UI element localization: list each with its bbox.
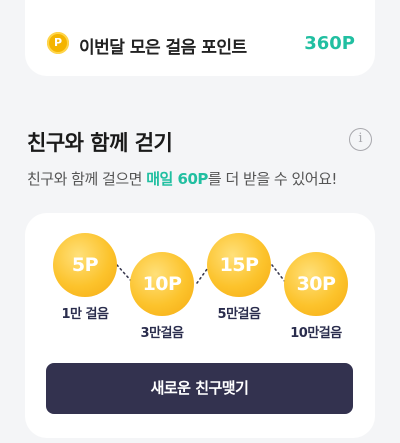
reward-coin-3: 15P	[207, 233, 271, 297]
reward-coin-2: 10P	[130, 252, 194, 316]
reward-steps-3: 5만걸음	[217, 307, 261, 322]
reward-steps-1: 1만 걸음	[61, 307, 109, 322]
reward-steps-2: 3만걸음	[140, 326, 184, 341]
reward-coin-4: 30P	[284, 252, 348, 316]
add-friend-button[interactable]: 새로운 친구맺기	[46, 363, 353, 414]
reward-coin-1: 5P	[53, 233, 117, 297]
reward-steps-4: 10만걸음	[290, 326, 342, 341]
